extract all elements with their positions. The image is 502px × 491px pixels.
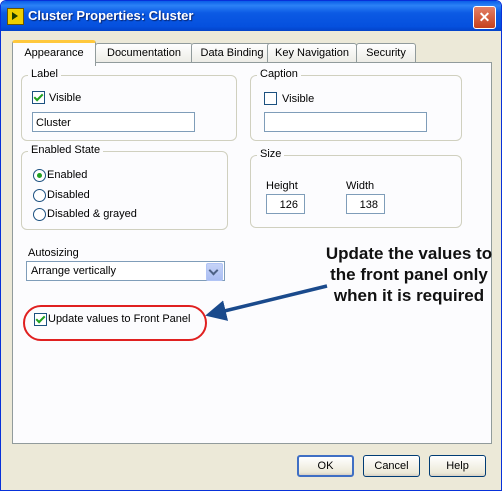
window-title: Cluster Properties: Cluster [28, 8, 194, 23]
caption-group-title: Caption [257, 68, 301, 80]
enabled-radio[interactable] [33, 169, 46, 182]
label-group-title: Label [28, 68, 61, 80]
size-group: Size Height Width 126 138 [250, 148, 462, 228]
chevron-down-icon[interactable] [206, 263, 223, 281]
caption-visible-label: Visible [282, 93, 315, 105]
autosizing-label: Autosizing [28, 247, 79, 259]
tab-appearance[interactable]: Appearance [12, 40, 96, 66]
help-button[interactable]: Help [429, 455, 486, 477]
enabled-radio-label: Enabled [47, 169, 88, 181]
update-values-checkbox[interactable] [34, 313, 47, 326]
enabled-state-title: Enabled State [28, 144, 104, 156]
height-label: Height [266, 180, 298, 192]
label-visible-checkbox[interactable] [32, 91, 45, 104]
labview-app-icon [7, 8, 24, 25]
disabled-grayed-radio-label: Disabled & grayed [47, 208, 137, 220]
disabled-radio-label: Disabled [47, 189, 90, 201]
title-bar[interactable]: Cluster Properties: Cluster ✕ [1, 1, 501, 31]
disabled-radio[interactable] [33, 189, 46, 202]
tab-security[interactable]: Security [356, 43, 416, 63]
caption-text-field[interactable] [264, 112, 427, 132]
caption-group: Caption Visible [250, 68, 462, 141]
disabled-grayed-radio[interactable] [33, 208, 46, 221]
caption-visible-checkbox[interactable] [264, 92, 277, 105]
label-group: Label Visible Cluster [21, 68, 237, 141]
cancel-button[interactable]: Cancel [363, 455, 420, 477]
close-button[interactable]: ✕ [473, 6, 496, 29]
height-input[interactable]: 126 [266, 194, 305, 214]
tab-data-binding[interactable]: Data Binding [191, 43, 273, 63]
label-text-field[interactable]: Cluster [32, 112, 195, 132]
update-values-label: Update values to Front Panel [48, 313, 191, 325]
properties-dialog: Cluster Properties: Cluster ✕ Appearance… [0, 0, 502, 491]
size-group-title: Size [257, 148, 285, 160]
autosizing-value: Arrange vertically [31, 265, 116, 277]
width-input[interactable]: 138 [346, 194, 385, 214]
autosizing-dropdown[interactable]: Arrange vertically [26, 261, 225, 281]
tab-key-navigation[interactable]: Key Navigation [267, 43, 357, 63]
enabled-state-group: Enabled State Enabled Disabled Disabled … [21, 144, 228, 230]
label-visible-label: Visible [49, 92, 82, 104]
width-label: Width [346, 180, 375, 192]
annotation-callout-text: Update the values to the front panel onl… [325, 244, 493, 305]
tab-documentation[interactable]: Documentation [95, 43, 193, 63]
ok-button[interactable]: OK [297, 455, 354, 477]
